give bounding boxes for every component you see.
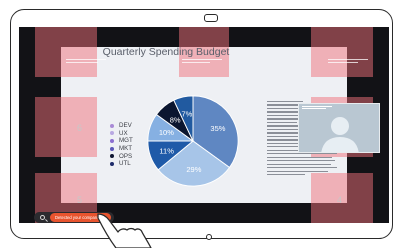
drop-zone-mid-left[interactable]: [35, 97, 97, 157]
legend-label: MKT: [119, 145, 133, 153]
zone-caption-center: [182, 59, 222, 71]
pie-slice-label: 8%: [170, 115, 181, 124]
remote-participant-video[interactable]: [298, 103, 380, 153]
pie-chart: 35% 29% 11% 10% 8%7%: [147, 95, 239, 187]
zone-caption-right: [328, 59, 368, 71]
zone-label-mid-left: 6: [77, 123, 83, 133]
legend-label: OPS: [119, 152, 133, 160]
zone-caption-left: [66, 59, 106, 71]
pie-slice-label: 11%: [159, 146, 174, 155]
person-icon: [321, 117, 359, 152]
legend-item: MGT: [110, 137, 133, 145]
legend-item: UTL: [110, 160, 133, 168]
pie-slice-label: 10%: [159, 128, 174, 137]
legend-dot: [110, 161, 114, 166]
zone-label-bottom-left: 5: [77, 195, 83, 205]
legend-dot: [110, 154, 114, 159]
home-button[interactable]: [206, 234, 212, 240]
slide-title: Quarterly Spending Budget: [102, 46, 230, 58]
pie-slice-label: 7%: [181, 110, 192, 119]
legend-dot: [110, 146, 114, 151]
chart-legend: DEV UX MGT MKT OPS UTL: [110, 122, 133, 168]
tap-hand-icon: [97, 213, 152, 248]
legend-item: DEV: [110, 122, 133, 130]
legend-item: MKT: [110, 145, 133, 153]
pie-slice-label: 29%: [186, 165, 201, 174]
legend-item: UX: [110, 130, 133, 138]
legend-label: MGT: [119, 137, 133, 145]
participant-name: [302, 106, 332, 111]
legend-item: OPS: [110, 152, 133, 160]
legend-label: UTL: [119, 160, 131, 168]
legend-label: DEV: [119, 122, 132, 130]
legend-label: UX: [119, 129, 128, 137]
search-icon[interactable]: [40, 215, 45, 220]
pie-slice-label: 35%: [210, 124, 225, 133]
legend-dot: [110, 123, 114, 128]
zone-label-bottom-right: 4: [337, 195, 343, 205]
legend-dot: [110, 131, 114, 136]
legend-dot: [110, 138, 114, 143]
front-camera-icon: [204, 14, 218, 22]
